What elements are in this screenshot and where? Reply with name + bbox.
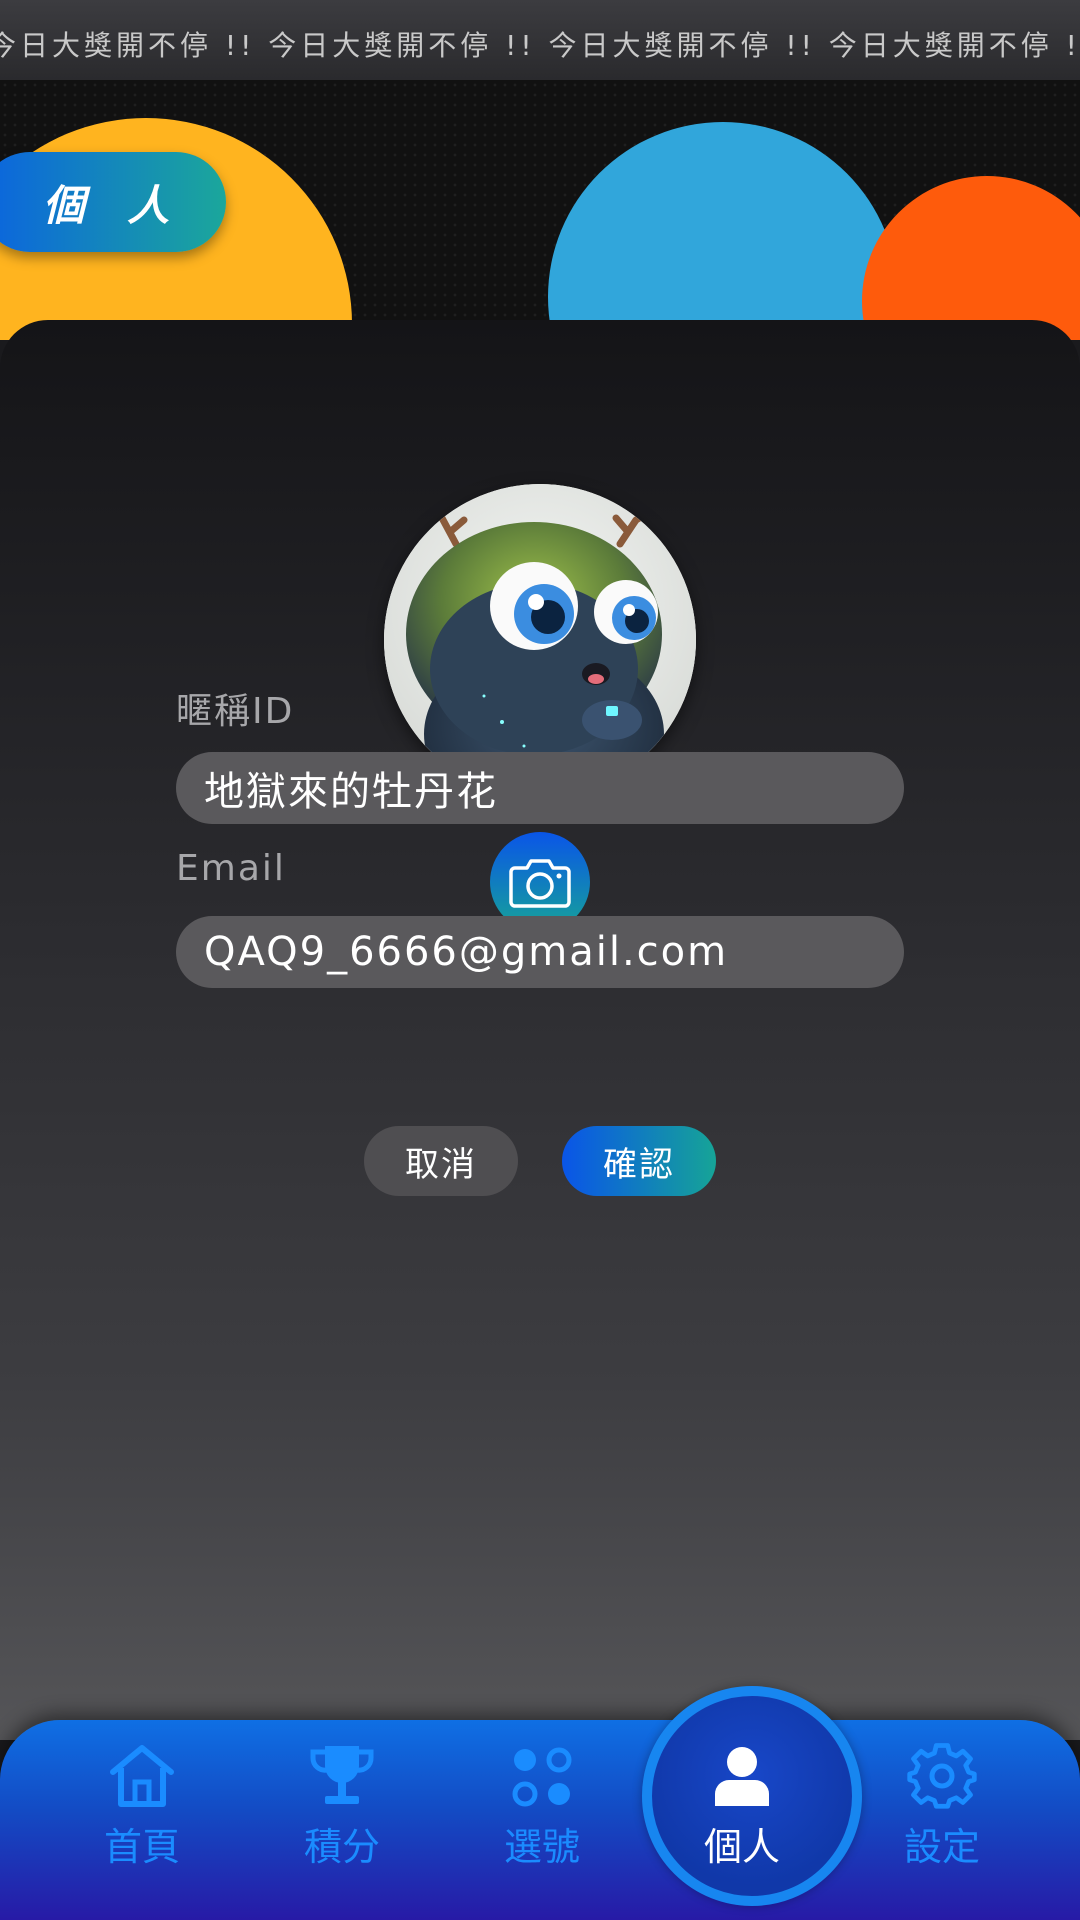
decor-circle-orange (862, 176, 1080, 340)
dots-grid-icon (512, 1747, 572, 1807)
nav-item-home[interactable]: 首頁 (72, 1742, 212, 1902)
trophy-icon (310, 1746, 374, 1804)
marquee-text: 今日大獎開不停 !! 今日大獎開不停 !! 今日大獎開不停 !! 今日大獎開不停… (0, 29, 1080, 62)
profile-panel: 暱稱ID Email 取消 確認 (0, 320, 1080, 1740)
bottom-nav: 首頁 積分 選號 設定 (0, 1720, 1080, 1920)
user-icon (715, 1747, 769, 1806)
section-title: 個 人 (42, 180, 184, 230)
nav-label-settings: 設定 (903, 1825, 980, 1869)
camera-icon (509, 859, 571, 908)
nav-label-home: 首頁 (103, 1825, 180, 1869)
nav-item-profile[interactable]: 個人 (672, 1742, 812, 1902)
nav-label-points: 積分 (303, 1825, 380, 1869)
home-icon (110, 1745, 174, 1807)
gear-icon (907, 1743, 977, 1809)
section-title-pill: 個 人 (0, 152, 226, 252)
nickname-input[interactable] (176, 752, 904, 824)
nav-item-points[interactable]: 積分 (272, 1742, 412, 1902)
creature-avatar-image (384, 484, 696, 796)
cancel-button[interactable]: 取消 (364, 1126, 518, 1196)
nav-label-profile: 個人 (703, 1825, 780, 1869)
confirm-button[interactable]: 確認 (562, 1126, 716, 1196)
nav-item-settings[interactable]: 設定 (872, 1742, 1012, 1902)
nickname-label: 暱稱ID (176, 691, 295, 732)
email-label: Email (176, 848, 286, 889)
nav-label-pick-numbers: 選號 (503, 1825, 580, 1869)
nav-item-pick-numbers[interactable]: 選號 (472, 1742, 612, 1902)
marquee-banner: 今日大獎開不停 !! 今日大獎開不停 !! 今日大獎開不停 !! 今日大獎開不停… (0, 0, 1080, 80)
email-input[interactable] (176, 916, 904, 988)
avatar[interactable] (384, 484, 696, 796)
decor-circle-blue (548, 122, 898, 340)
